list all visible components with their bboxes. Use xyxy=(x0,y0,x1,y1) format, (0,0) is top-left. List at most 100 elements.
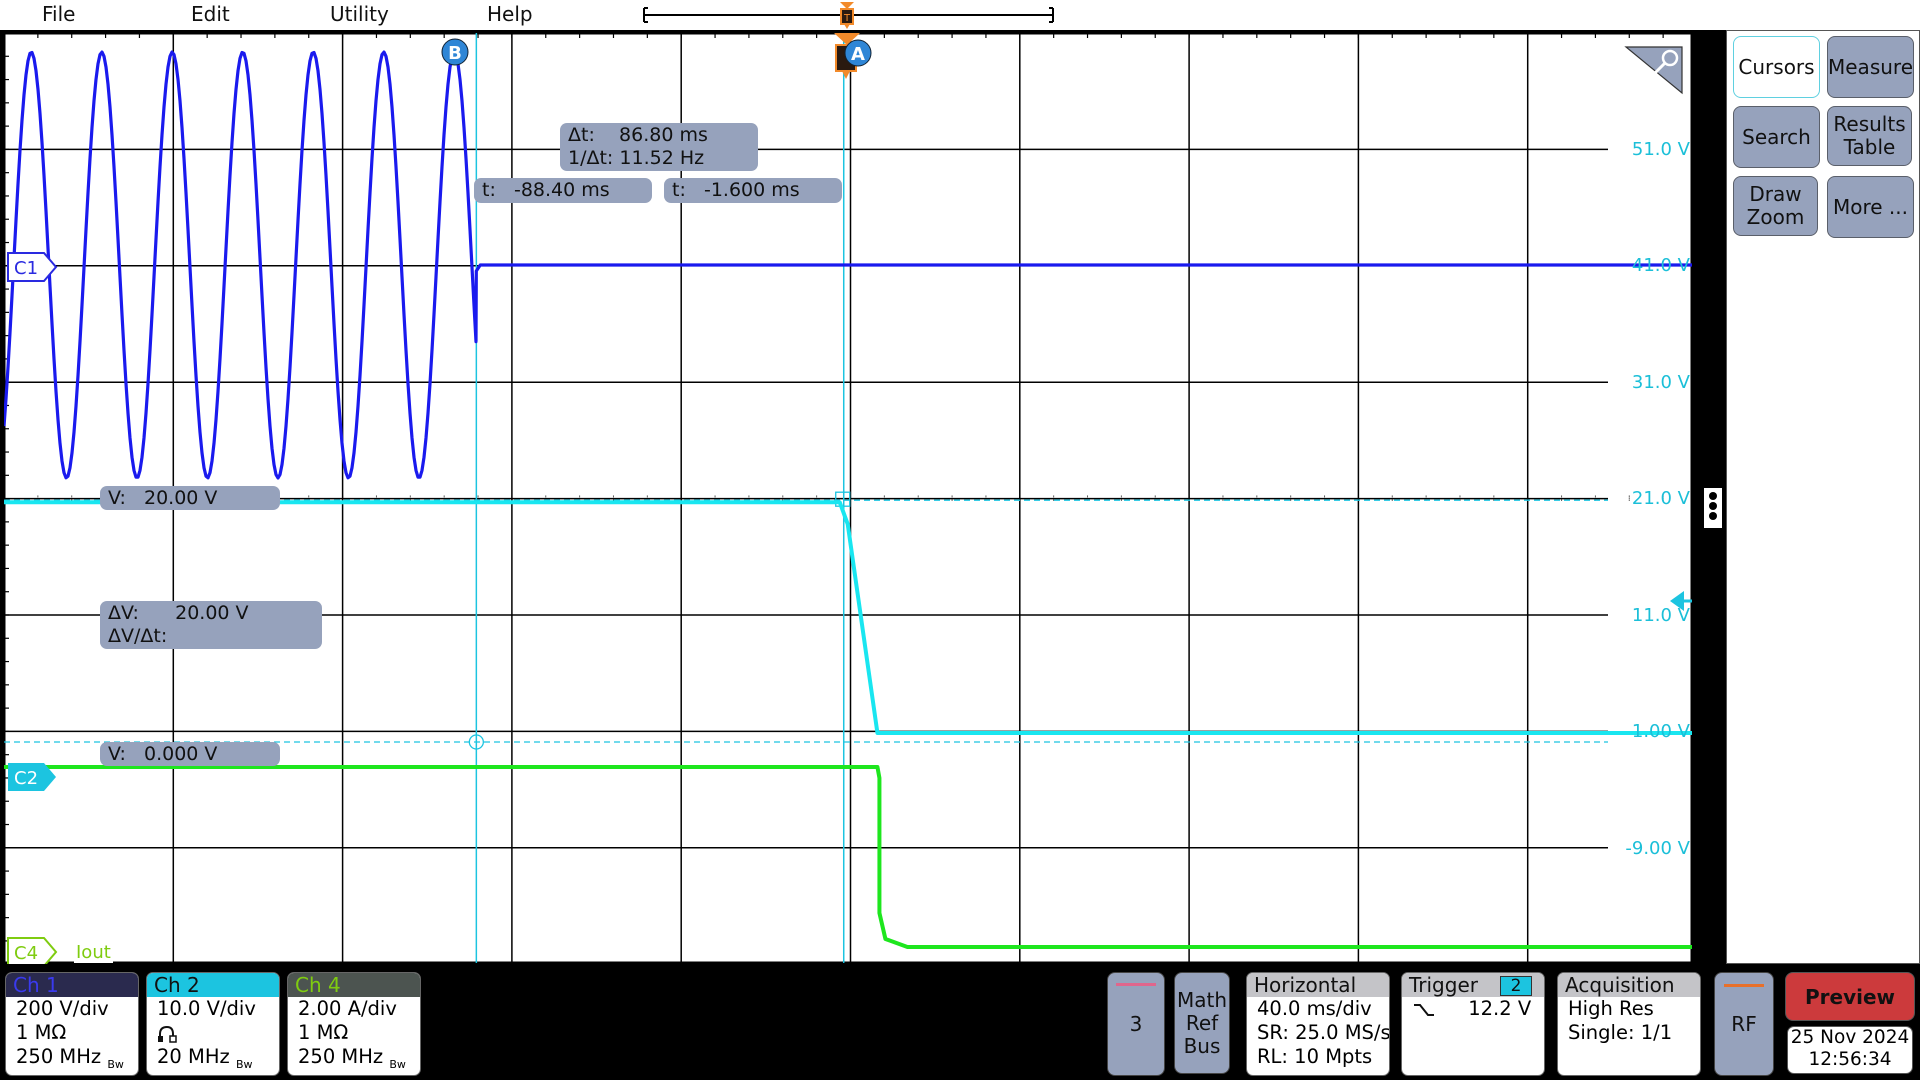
channel-4-bandwidth: 250 MHz Bw xyxy=(288,1045,420,1071)
trigger-level: 12.2 V xyxy=(1468,997,1532,1020)
delta-t-value: 86.80 ms xyxy=(619,124,708,146)
rf-label: RF xyxy=(1731,1011,1757,1036)
horizontal-title: Horizontal xyxy=(1247,973,1389,997)
more-button[interactable]: More ... xyxy=(1827,176,1914,238)
falling-edge-icon xyxy=(1414,1003,1434,1016)
channel-4-title: Ch 4 xyxy=(288,973,420,997)
bandwidth-limit-icon: Bw xyxy=(107,1057,124,1071)
math-ref-bus-button[interactable]: Math Ref Bus xyxy=(1174,972,1230,1074)
bandwidth-limit-icon: Bw xyxy=(235,1057,253,1071)
cursor-b-voltage-value: 0.000 V xyxy=(143,743,218,765)
record-view-bar[interactable]: T xyxy=(640,0,1060,30)
menu-help[interactable]: Help xyxy=(487,2,533,26)
bandwidth-limit-icon: Bw xyxy=(389,1057,406,1071)
channel-2-title: Ch 2 xyxy=(147,973,279,997)
channel-3-label: 3 xyxy=(1129,1011,1143,1036)
menu-file[interactable]: File xyxy=(42,2,75,26)
channel-2-tag[interactable]: C2 xyxy=(6,761,58,793)
zoom-corner-button[interactable] xyxy=(1624,43,1688,97)
cursor-a-voltage-value: 20.00 V xyxy=(143,487,218,509)
axis-label-21v: 21.0 V xyxy=(1631,488,1690,509)
acquisition-count: Single: 1/1 xyxy=(1568,1021,1673,1044)
channel-4-label-iout: Iout xyxy=(74,942,113,963)
channel-4-scale: 2.00 A/div xyxy=(298,997,397,1020)
panel-more-kebab-icon[interactable] xyxy=(1704,488,1722,528)
trigger-level-arrow-icon[interactable] xyxy=(1668,589,1692,613)
channel-1-title: Ch 1 xyxy=(6,973,138,997)
delta-v-label: ΔV: xyxy=(108,602,139,624)
search-button[interactable]: Search xyxy=(1733,106,1820,168)
channel-4-badge[interactable]: Ch 4 2.00 A/div 1 MΩ 250 MHz Bw xyxy=(287,972,421,1076)
axis-label-1v: 1.00 V xyxy=(1631,721,1690,742)
measure-button[interactable]: Measure xyxy=(1827,36,1914,98)
channel-1-tag-label: C1 xyxy=(14,258,38,279)
channel-1-badge[interactable]: Ch 1 200 V/div 1 MΩ 250 MHz Bw xyxy=(5,972,139,1076)
cursor-a-time-value: -1.600 ms xyxy=(703,179,800,201)
horizontal-sample-rate: SR: 25.0 MS/s xyxy=(1257,1021,1390,1044)
menu-bar: File Edit Utility Help T xyxy=(0,0,1920,30)
cursor-b-time-value: -88.40 ms xyxy=(513,179,610,201)
trigger-position-marker xyxy=(840,2,854,9)
rf-button[interactable]: RF xyxy=(1714,972,1774,1076)
menu-utility[interactable]: Utility xyxy=(330,2,389,26)
cursor-a-handle[interactable]: A xyxy=(834,33,880,83)
channel-2-scale: 10.0 V/div xyxy=(157,997,256,1020)
cursor-a-label: A xyxy=(851,44,865,65)
differential-probe-icon xyxy=(158,1025,177,1043)
dv-dt-label: ΔV/Δt: xyxy=(108,625,168,647)
axis-label-neg9v: -9.00 V xyxy=(1625,838,1690,859)
channel-4-waveform xyxy=(4,765,1692,949)
cursor-a-voltage-readout[interactable]: V: 20.00 V xyxy=(100,486,280,510)
trigger-marker-label: T xyxy=(843,13,851,24)
date-label: 25 Nov 2024 xyxy=(1790,1027,1910,1048)
channel-2-bandwidth-value: 20 MHz xyxy=(157,1045,230,1068)
channel-1-impedance: 1 MΩ xyxy=(16,1021,67,1044)
inv-delta-t-value: 11.52 Hz xyxy=(619,147,705,169)
cursor-b-voltage-label: V: xyxy=(108,743,126,765)
horizontal-record-length: RL: 10 Mpts xyxy=(1257,1045,1373,1068)
cursor-b-voltage-readout[interactable]: V: 0.000 V xyxy=(100,742,280,766)
waveform-view[interactable]: 51.0 V 41.0 V 31.0 V 21.0 V 11.0 V 1.00 … xyxy=(4,33,1692,967)
results-table-button[interactable]: Results Table xyxy=(1827,106,1912,166)
trigger-badge[interactable]: Trigger 2 12.2 V xyxy=(1401,972,1545,1076)
channel-3-button[interactable]: 3 xyxy=(1107,972,1165,1076)
acquisition-title: Acquisition xyxy=(1558,973,1700,997)
channel-2-probe xyxy=(147,1021,279,1045)
cursor-a-time-readout[interactable]: t: -1.600 ms xyxy=(664,178,842,203)
channel-4-tag-label: C4 xyxy=(14,943,38,964)
channel-2-badge[interactable]: Ch 2 10.0 V/div 20 MHz Bw xyxy=(146,972,280,1076)
cursor-a-time-label: t: xyxy=(672,179,686,201)
axis-label-31v: 31.0 V xyxy=(1631,372,1690,393)
inv-delta-t-label: 1/Δt: xyxy=(568,147,614,169)
draw-zoom-button[interactable]: Draw Zoom xyxy=(1733,176,1818,236)
channel-1-bandwidth-value: 250 MHz xyxy=(16,1045,102,1068)
channel-1-bandwidth: 250 MHz Bw xyxy=(6,1045,138,1071)
axis-label-41v: 41.0 V xyxy=(1631,255,1690,276)
results-side-panel: Cursors Measure Search Results Table Dra… xyxy=(1726,30,1920,964)
delta-t-label: Δt: xyxy=(568,124,595,146)
delta-t-readout[interactable]: Δt: 86.80 ms 1/Δt: 11.52 Hz xyxy=(560,123,758,171)
delta-v-readout[interactable]: ΔV: 20.00 V ΔV/Δt: xyxy=(100,601,322,649)
cursors-button[interactable]: Cursors xyxy=(1733,36,1820,98)
channel-3-color-bar xyxy=(1116,983,1156,986)
horizontal-scale: 40.0 ms/div xyxy=(1257,997,1372,1020)
axis-label-51v: 51.0 V xyxy=(1631,139,1690,160)
cursor-b-time-label: t: xyxy=(482,179,496,201)
channel-4-bandwidth-value: 250 MHz xyxy=(298,1045,384,1068)
menu-edit[interactable]: Edit xyxy=(191,2,230,26)
cursor-b-time-readout[interactable]: t: -88.40 ms xyxy=(474,178,652,203)
preview-button[interactable]: Preview xyxy=(1785,972,1915,1021)
trigger-header: Trigger 2 xyxy=(1402,973,1544,997)
trigger-title: Trigger xyxy=(1409,973,1478,997)
date-time-display[interactable]: 25 Nov 2024 12:56:34 xyxy=(1787,1026,1913,1074)
channel-1-tag[interactable]: C1 xyxy=(6,251,58,283)
channel-2-tag-label: C2 xyxy=(14,768,38,789)
channel-1-waveform xyxy=(4,50,1692,480)
channel-1-scale: 200 V/div xyxy=(16,997,109,1020)
cursor-b-handle[interactable]: B xyxy=(440,37,470,67)
time-label: 12:56:34 xyxy=(1808,1049,1892,1070)
acquisition-mode: High Res xyxy=(1568,997,1654,1020)
settings-bar: Ch 1 200 V/div 1 MΩ 250 MHz Bw Ch 2 10.0… xyxy=(0,964,1920,1080)
acquisition-badge[interactable]: Acquisition High Res Single: 1/1 xyxy=(1557,972,1701,1076)
horizontal-badge[interactable]: Horizontal 40.0 ms/div SR: 25.0 MS/s RL:… xyxy=(1246,972,1390,1076)
